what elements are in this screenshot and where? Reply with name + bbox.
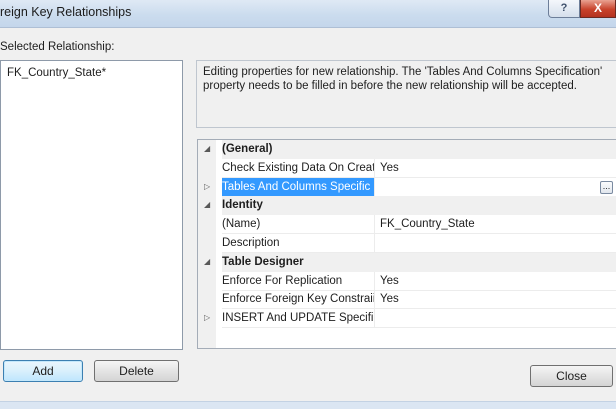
delete-button[interactable]: Delete xyxy=(94,360,179,382)
property-value[interactable]: Yes xyxy=(375,159,616,178)
property-category[interactable]: ◢ Identity xyxy=(198,196,616,216)
property-name: Tables And Columns Specific xyxy=(222,177,375,197)
property-row[interactable]: Description xyxy=(198,234,616,253)
property-name: INSERT And UPDATE Specific xyxy=(222,309,375,329)
property-row[interactable]: ▷ Tables And Columns Specific... xyxy=(198,177,616,197)
expand-arrow-icon[interactable]: ▷ xyxy=(204,312,214,324)
collapse-arrow-icon[interactable]: ◢ xyxy=(204,199,214,211)
selected-relationship-label: Selected Relationship: xyxy=(0,41,115,53)
close-window-button[interactable]: X xyxy=(580,0,616,18)
add-button[interactable]: Add xyxy=(3,360,83,382)
property-row[interactable]: Enforce For Replication Yes xyxy=(198,271,616,291)
property-row[interactable]: Check Existing Data On Creati Yes xyxy=(198,158,616,178)
property-name: Description xyxy=(222,234,375,253)
property-grid[interactable]: ◢ (General) Check Existing Data On Creati Y… xyxy=(197,139,616,349)
window-bottom-edge xyxy=(0,401,616,409)
title-bar: reign Key Relationships ? X xyxy=(0,0,616,28)
close-button[interactable]: Close xyxy=(530,365,613,387)
property-name: (Name) xyxy=(222,215,375,235)
property-value[interactable]: FK_Country_State xyxy=(375,215,616,235)
property-category[interactable]: ◢ Table Designer xyxy=(198,252,616,272)
category-label: Identity xyxy=(222,196,616,216)
help-button[interactable]: ? xyxy=(548,0,580,18)
expand-arrow-icon[interactable]: ▷ xyxy=(204,181,214,193)
property-value[interactable]: Yes xyxy=(375,272,616,291)
relationship-item[interactable]: FK_Country_State* xyxy=(7,67,106,79)
category-label: Table Designer xyxy=(222,252,616,272)
property-name: Enforce For Replication xyxy=(222,271,375,291)
collapse-arrow-icon[interactable]: ◢ xyxy=(204,256,214,268)
property-value[interactable]: Yes xyxy=(375,290,616,310)
property-row[interactable]: ▷ INSERT And UPDATE Specific xyxy=(198,309,616,329)
window-title: reign Key Relationships xyxy=(0,5,132,19)
property-name: Enforce Foreign Key Constraii xyxy=(222,290,375,310)
ellipsis-button[interactable]: ... xyxy=(600,180,613,194)
relationship-list[interactable]: FK_Country_State* xyxy=(0,60,183,350)
property-name: Check Existing Data On Creati xyxy=(222,158,375,178)
property-row[interactable]: Enforce Foreign Key Constraii Yes xyxy=(198,290,616,310)
collapse-arrow-icon[interactable]: ◢ xyxy=(204,143,214,155)
property-value[interactable] xyxy=(375,234,616,253)
info-message: Editing properties for new relationship.… xyxy=(196,60,616,128)
property-value[interactable] xyxy=(375,178,616,197)
category-label: (General) xyxy=(222,140,616,159)
property-row[interactable]: (Name) FK_Country_State xyxy=(198,215,616,235)
property-value[interactable] xyxy=(375,309,616,329)
property-category[interactable]: ◢ (General) xyxy=(198,140,616,159)
